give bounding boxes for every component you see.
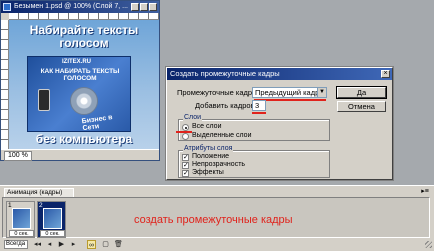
dialog-title: Создать промежуточные кадры — [170, 69, 280, 78]
opacity-label: Непрозрачность — [192, 161, 246, 168]
document-window: Безымен 1.psd @ 100% (Слой 7, ... Набира… — [0, 0, 160, 161]
position-checkbox[interactable]: ✓ — [182, 154, 189, 161]
maximize-button[interactable] — [140, 3, 148, 11]
vertical-ruler[interactable] — [1, 20, 9, 149]
highlight-underline — [176, 131, 192, 133]
all-layers-label: Все слои — [192, 123, 222, 130]
product-box-image: IZITEX.RU КАК НАБИРАТЬ ТЕКСТЫ ГОЛОСОМ Би… — [27, 56, 131, 132]
first-frame-icon[interactable]: ◂◂ — [33, 240, 42, 249]
document-status-bar: 100 % — [1, 149, 159, 161]
document-canvas[interactable]: Набирайте тексты голосом IZITEX.RU КАК Н… — [9, 20, 159, 149]
horizontal-ruler[interactable] — [9, 13, 159, 20]
all-layers-radio[interactable] — [182, 124, 189, 131]
opacity-checkbox[interactable]: ✓ — [182, 162, 189, 169]
document-title-bar[interactable]: Безымен 1.psd @ 100% (Слой 7, ... — [1, 1, 159, 13]
tween-with-value: Предыдущий кадр — [255, 88, 320, 97]
resize-grip-icon[interactable] — [425, 241, 432, 248]
next-frame-icon[interactable]: ▸ — [69, 240, 78, 249]
selected-layers-radio[interactable] — [182, 133, 189, 140]
new-frame-icon[interactable]: ▢ — [101, 240, 110, 249]
dialog-close-button[interactable]: × — [381, 70, 390, 78]
ok-button[interactable]: Да — [336, 86, 387, 99]
photoshop-doc-icon — [3, 3, 11, 11]
animation-panel: Анимация (кадры) ▸≡ 1 0 сек. 2 0 сек. со… — [0, 185, 434, 251]
frame-thumbnail — [12, 208, 31, 229]
frame-item[interactable]: 2 0 сек. — [37, 201, 66, 238]
layer-params-legend: Атрибуты слоя — [183, 145, 234, 152]
cancel-button[interactable]: Отмена — [337, 101, 386, 112]
play-icon[interactable]: ▶ — [57, 240, 66, 249]
chevron-down-icon[interactable]: ▼ — [317, 88, 326, 97]
frame-item[interactable]: 1 0 сек. — [6, 201, 35, 238]
layer-params-group: Атрибуты слоя ✓ Положение ✓ Непрозрачнос… — [178, 145, 330, 178]
layers-group-legend: Слои — [183, 114, 203, 121]
tween-icon[interactable]: ∞ — [87, 240, 96, 249]
effects-checkbox[interactable]: ✓ — [182, 170, 189, 177]
minimize-button[interactable] — [131, 3, 139, 11]
tween-dialog: Создать промежуточные кадры × Промежуточ… — [166, 67, 393, 180]
frame-delay[interactable]: 0 сек. — [9, 230, 34, 237]
highlight-underline — [252, 112, 266, 114]
tween-with-select[interactable]: Предыдущий кадр ▼ — [252, 87, 327, 98]
close-button[interactable] — [149, 3, 157, 11]
frames-to-add-input[interactable]: 3 — [252, 100, 266, 111]
annotation-text: создать промежуточные кадры — [134, 214, 293, 226]
frames-to-add-label: Добавить кадров: — [195, 101, 257, 110]
document-title: Безымен 1.psd @ 100% (Слой 7, ... — [14, 3, 128, 10]
frame-thumbnail — [43, 208, 62, 229]
frame-delay[interactable]: 0 сек. — [40, 230, 65, 237]
frames-area: 1 0 сек. 2 0 сек. создать промежуточные … — [2, 197, 430, 238]
phone-image — [38, 89, 50, 111]
previous-frame-icon[interactable]: ◂ — [45, 240, 54, 249]
position-label: Положение — [192, 153, 229, 160]
animation-tab[interactable]: Анимация (кадры) — [4, 188, 74, 197]
zoom-field[interactable]: 100 % — [4, 151, 32, 161]
panel-menu-icon[interactable]: ▸≡ — [420, 188, 430, 196]
loop-select[interactable]: Всегда — [4, 240, 28, 249]
box-biz-label: Бизнес в Сети — [81, 114, 113, 133]
canvas-bottom-text: без компьютера — [35, 132, 133, 146]
delete-frame-icon[interactable]: 🗑 — [114, 240, 123, 249]
canvas-headline: Набирайте тексты голосом — [29, 23, 139, 50]
disc-image — [70, 87, 98, 115]
layers-group: Слои Все слои Выделенные слои — [178, 114, 330, 141]
effects-label: Эффекты — [192, 169, 224, 176]
animation-toolbar: Всегда ◂◂ ◂ ▶ ▸ ∞ ▢ 🗑 — [0, 238, 434, 251]
selected-layers-label: Выделенные слои — [192, 132, 252, 139]
tween-with-label: Промежуточные кадры: — [177, 88, 260, 97]
box-title: КАК НАБИРАТЬ ТЕКСТЫ ГОЛОСОМ — [40, 68, 120, 82]
box-site-label: IZITEX.RU — [62, 59, 92, 65]
dialog-title-bar[interactable]: Создать промежуточные кадры × — [167, 68, 392, 80]
